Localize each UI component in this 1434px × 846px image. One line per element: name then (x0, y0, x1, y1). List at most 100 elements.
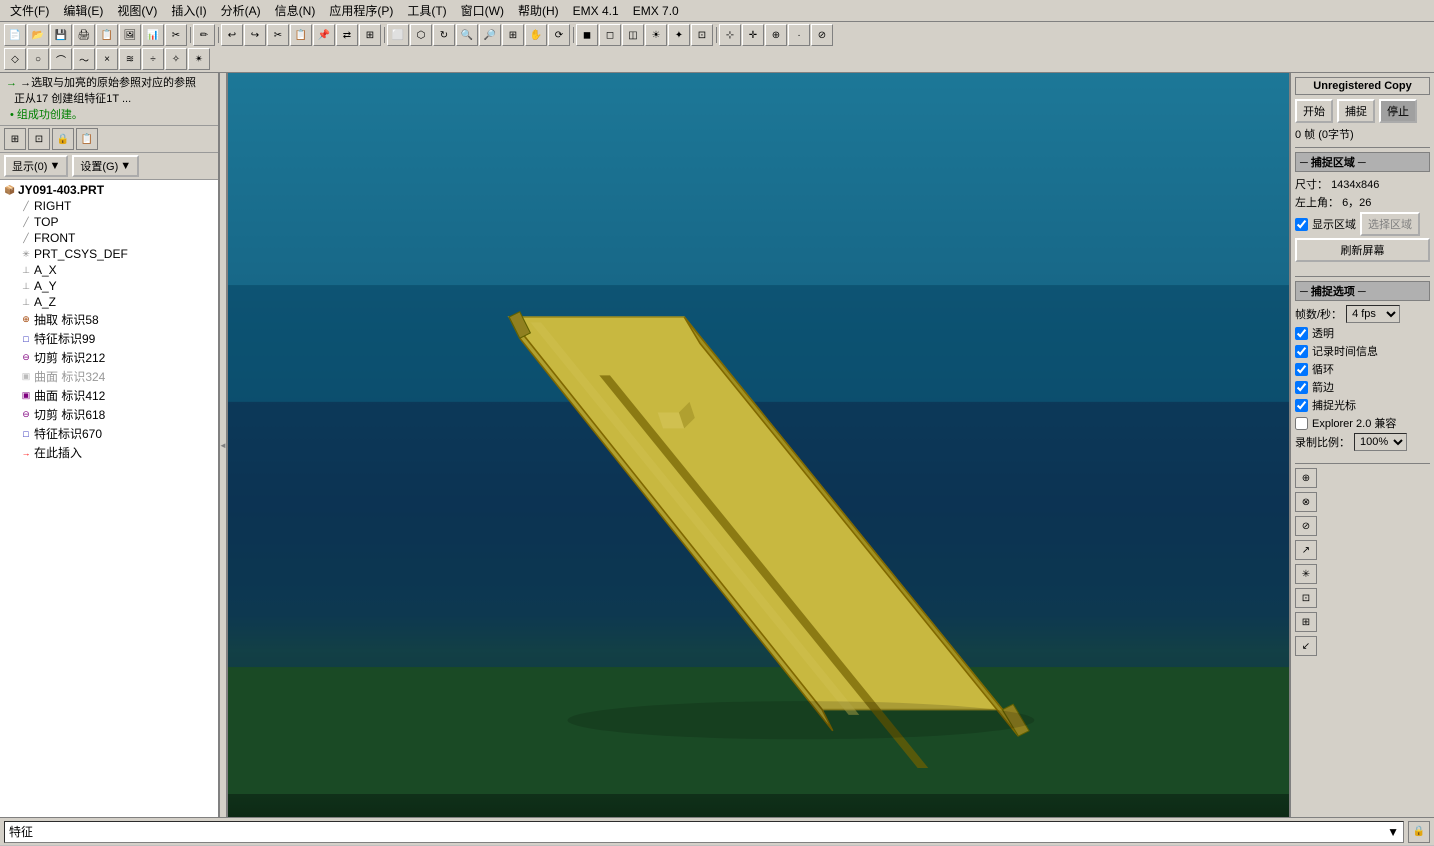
tree-item-extract58[interactable]: ⊕ 抽取 标识58 (2, 310, 216, 329)
tb2-7[interactable]: ÷ (142, 48, 164, 70)
border-checkbox[interactable] (1295, 381, 1308, 394)
tree-item-feat670[interactable]: □ 特征标识670 (2, 424, 216, 443)
viewport[interactable] (228, 73, 1289, 817)
tree-item-surf412[interactable]: ▣ 曲面 标识412 (2, 386, 216, 405)
tb2-4[interactable]: 〜 (73, 48, 95, 70)
point-btn[interactable]: · (788, 24, 810, 46)
tb7[interactable]: 📊 (142, 24, 164, 46)
tree-item-surf324[interactable]: ▣ 曲面 标识324 (2, 367, 216, 386)
copy-btn[interactable]: 📋 (290, 24, 312, 46)
lighting-btn[interactable]: ☀ (645, 24, 667, 46)
fps-select[interactable]: 4 fps 8 fps 15 fps (1346, 305, 1400, 323)
menu-emx41[interactable]: EMX 4.1 (567, 2, 625, 20)
save-btn[interactable]: 💾 (50, 24, 72, 46)
tb-x2[interactable]: ✦ (668, 24, 690, 46)
tree-icon-btn4[interactable]: 📋 (76, 128, 98, 150)
stop-btn[interactable]: 停止 (1379, 99, 1417, 123)
axis-btn[interactable]: ✛ (742, 24, 764, 46)
tree-icon-btn1[interactable]: ⊞ (4, 128, 26, 150)
tb5[interactable]: 📋 (96, 24, 118, 46)
tb-x3[interactable]: ⊡ (691, 24, 713, 46)
cut-btn[interactable]: ✂ (267, 24, 289, 46)
tree-icon-btn2[interactable]: ⊡ (28, 128, 50, 150)
tree-item-right[interactable]: ╱ RIGHT (2, 198, 216, 214)
ricon-7[interactable]: ⊞ (1295, 612, 1317, 632)
open-btn[interactable]: 📂 (27, 24, 49, 46)
start-btn[interactable]: 开始 (1295, 99, 1333, 123)
tree-item-top[interactable]: ╱ TOP (2, 214, 216, 230)
tb2-8[interactable]: ✧ (165, 48, 187, 70)
shade-btn[interactable]: ◼ (576, 24, 598, 46)
feature-dropdown[interactable]: 特征 ▼ (4, 821, 1404, 843)
ricon-6[interactable]: ⊡ (1295, 588, 1317, 608)
tree-item-prt-csys[interactable]: ✳ PRT_CSYS_DEF (2, 246, 216, 262)
scale-select[interactable]: 100% 75% 50% (1354, 433, 1407, 451)
tb2-1[interactable]: ◇ (4, 48, 26, 70)
zoom-in-btn[interactable]: 🔍 (456, 24, 478, 46)
tb6[interactable]: 🖼 (119, 24, 141, 46)
hidden-btn[interactable]: ◫ (622, 24, 644, 46)
resize-handle[interactable] (220, 73, 228, 817)
explorer-checkbox[interactable] (1295, 417, 1308, 430)
ricon-3[interactable]: ⊘ (1295, 516, 1317, 536)
menu-info[interactable]: 信息(N) (269, 0, 322, 21)
ricon-1[interactable]: ⊕ (1295, 468, 1317, 488)
tb-x1[interactable]: ⊞ (359, 24, 381, 46)
mirror-btn[interactable]: ⇄ (336, 24, 358, 46)
record-time-checkbox[interactable] (1295, 345, 1308, 358)
ricon-2[interactable]: ⊗ (1295, 492, 1317, 512)
rotate-btn[interactable]: ⟳ (548, 24, 570, 46)
tb2-3[interactable]: ⌒ (50, 48, 72, 70)
display-dropdown[interactable]: 显示(0) ▼ (4, 155, 68, 177)
menu-edit[interactable]: 编辑(E) (57, 0, 109, 21)
transparent-checkbox[interactable] (1295, 327, 1308, 340)
menu-file[interactable]: 文件(F) (4, 0, 55, 21)
datum-btn[interactable]: ⊹ (719, 24, 741, 46)
tree-item-cut618[interactable]: ⊖ 切剪 标识618 (2, 405, 216, 424)
menu-insert[interactable]: 插入(I) (165, 0, 212, 21)
settings-dropdown[interactable]: 设置(G) ▼ (72, 155, 139, 177)
view2d-btn[interactable]: ⬡ (410, 24, 432, 46)
menu-tools[interactable]: 工具(T) (401, 0, 452, 21)
zoom-out-btn[interactable]: 🔎 (479, 24, 501, 46)
tb-x4[interactable]: ⊘ (811, 24, 833, 46)
tb2-2[interactable]: ○ (27, 48, 49, 70)
tree-root[interactable]: 📦 JY091-403.PRT (2, 182, 216, 198)
csys-btn[interactable]: ⊕ (765, 24, 787, 46)
tree-item-az[interactable]: ⊥ A_Z (2, 294, 216, 310)
tree-item-front[interactable]: ╱ FRONT (2, 230, 216, 246)
refresh-btn[interactable]: 刷新屏幕 (1295, 238, 1430, 262)
menu-window[interactable]: 窗口(W) (455, 0, 510, 21)
tree-item-ay[interactable]: ⊥ A_Y (2, 278, 216, 294)
tree-item-insert[interactable]: → 在此插入 (2, 443, 216, 462)
ricon-5[interactable]: ✳ (1295, 564, 1317, 584)
zoom-all-btn[interactable]: ⊞ (502, 24, 524, 46)
menu-help[interactable]: 帮助(H) (512, 0, 565, 21)
loop-checkbox[interactable] (1295, 363, 1308, 376)
menu-view[interactable]: 视图(V) (111, 0, 163, 21)
spin-btn[interactable]: ↻ (433, 24, 455, 46)
bottom-lock-icon[interactable]: 🔒 (1408, 821, 1430, 843)
tb8[interactable]: ✂ (165, 24, 187, 46)
menu-emx70[interactable]: EMX 7.0 (627, 2, 685, 20)
ricon-4[interactable]: ↗ (1295, 540, 1317, 560)
menu-apps[interactable]: 应用程序(P) (323, 0, 399, 21)
show-area-checkbox[interactable] (1295, 218, 1308, 231)
new-btn[interactable]: 📄 (4, 24, 26, 46)
tb2-9[interactable]: ✴ (188, 48, 210, 70)
wireframe-btn[interactable]: ◻ (599, 24, 621, 46)
view3d-btn[interactable]: ⬜ (387, 24, 409, 46)
menu-analysis[interactable]: 分析(A) (215, 0, 267, 21)
pan-btn[interactable]: ✋ (525, 24, 547, 46)
tb2-5[interactable]: × (96, 48, 118, 70)
ricon-8[interactable]: ↙ (1295, 636, 1317, 656)
undo-btn[interactable]: ↩ (221, 24, 243, 46)
cursor-checkbox[interactable] (1295, 399, 1308, 412)
select-area-btn[interactable]: 选择区域 (1360, 212, 1420, 236)
tree-item-cut212[interactable]: ⊖ 切剪 标识212 (2, 348, 216, 367)
pause-btn[interactable]: 捕捉 (1337, 99, 1375, 123)
tree-item-feat99[interactable]: □ 特征标识99 (2, 329, 216, 348)
paste-btn[interactable]: 📌 (313, 24, 335, 46)
redo-btn[interactable]: ↪ (244, 24, 266, 46)
tree-icon-btn3[interactable]: 🔒 (52, 128, 74, 150)
